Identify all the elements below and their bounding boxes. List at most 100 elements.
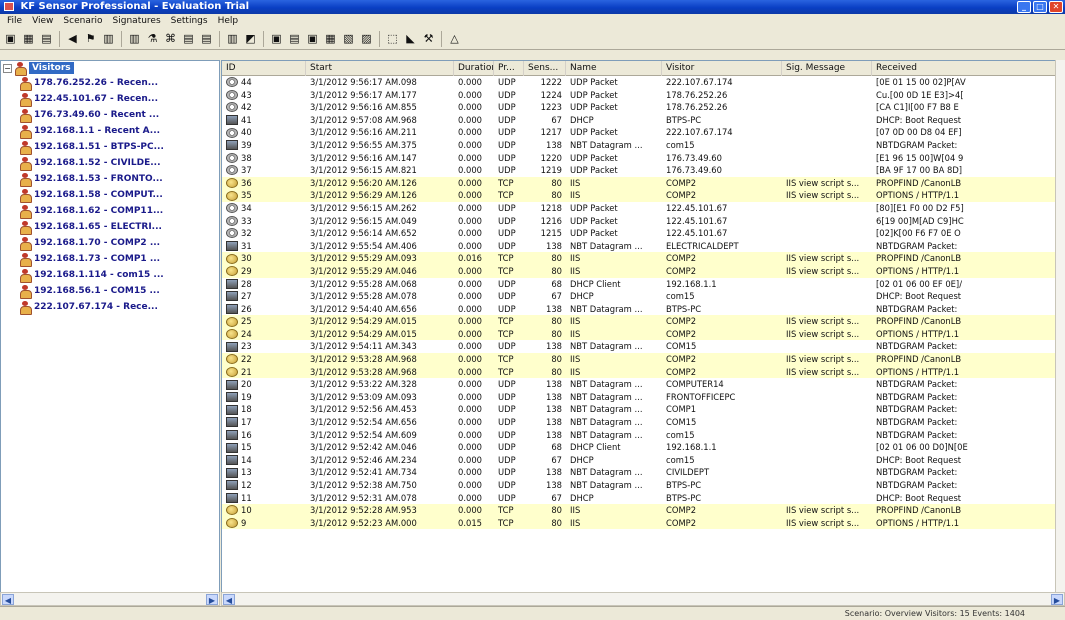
table-row[interactable]: 24 3/1/2012 9:54:29 AM.015 0.000 TCP 80 IIS CO…: [222, 327, 1064, 341]
tree-item-visitor[interactable]: 178.76.252.26 - Recen...: [1, 75, 219, 91]
tree-root[interactable]: − Visitors: [1, 61, 219, 76]
table-row[interactable]: 26 3/1/2012 9:54:40 AM.656 0.000 UDP 138 NBT …: [222, 303, 1064, 316]
scroll-left-icon[interactable]: ◀: [223, 594, 235, 605]
toolbar-button-icon[interactable]: △: [447, 31, 462, 46]
column-header-id[interactable]: ID: [222, 61, 306, 76]
toolbar-button-icon[interactable]: ▥: [225, 31, 240, 46]
table-row[interactable]: 12 3/1/2012 9:52:38 AM.750 0.000 UDP 138 NBT …: [222, 479, 1064, 492]
table-row[interactable]: 14 3/1/2012 9:52:46 AM.234 0.000 UDP 67 DHCP c…: [222, 454, 1064, 467]
toolbar-button-icon[interactable]: ⚗: [145, 31, 160, 46]
table-row[interactable]: 9 3/1/2012 9:52:23 AM.000 0.015 TCP 80 IIS COM…: [222, 516, 1064, 530]
table-row[interactable]: 38 3/1/2012 9:56:16 AM.147 0.000 UDP 1220 UDP…: [222, 152, 1064, 165]
toolbar-button-icon[interactable]: ⚒: [421, 31, 436, 46]
toolbar-button-icon[interactable]: ▣: [305, 31, 320, 46]
tree-item-visitor[interactable]: 192.168.1.114 - com15 ...: [1, 267, 219, 283]
toolbar-button-icon[interactable]: ⬚: [385, 31, 400, 46]
table-row[interactable]: 27 3/1/2012 9:55:28 AM.078 0.000 UDP 67 DHCP c…: [222, 290, 1064, 303]
table-row[interactable]: 44 3/1/2012 9:56:17 AM.098 0.000 UDP 1222 UDP…: [222, 76, 1064, 89]
table-row[interactable]: 36 3/1/2012 9:56:20 AM.126 0.000 TCP 80 IIS CO…: [222, 176, 1064, 190]
tree-item-visitor[interactable]: 192.168.1.53 - FRONTO...: [1, 171, 219, 187]
menu-settings[interactable]: Settings: [166, 14, 213, 28]
tree-horizontal-scrollbar[interactable]: ◀ ▶: [0, 592, 220, 606]
table-row[interactable]: 21 3/1/2012 9:53:28 AM.968 0.000 TCP 80 IIS CO…: [222, 365, 1064, 379]
column-header-duration[interactable]: Duration: [454, 61, 494, 76]
menu-scenario[interactable]: Scenario: [58, 14, 107, 28]
events-table[interactable]: ID Start Duration Pr... Sens... Name Vis…: [221, 60, 1065, 600]
menu-view[interactable]: View: [27, 14, 58, 28]
maximize-button[interactable]: □: [1033, 1, 1047, 13]
table-row[interactable]: 30 3/1/2012 9:55:29 AM.093 0.016 TCP 80 IIS CO…: [222, 252, 1064, 265]
table-row[interactable]: 13 3/1/2012 9:52:41 AM.734 0.000 UDP 138 NBT …: [222, 466, 1064, 479]
column-header-start[interactable]: Start: [306, 61, 454, 76]
toolbar-button-icon[interactable]: ⚑: [83, 31, 98, 46]
column-header-protocol[interactable]: Pr...: [494, 61, 524, 76]
menu-signatures[interactable]: Signatures: [108, 14, 166, 28]
table-row[interactable]: 10 3/1/2012 9:52:28 AM.953 0.000 TCP 80 IIS CO…: [222, 504, 1064, 517]
tree-root-label[interactable]: Visitors: [29, 62, 74, 74]
column-header-visitor[interactable]: Visitor: [662, 61, 782, 76]
tree-item-visitor[interactable]: 192.168.1.52 - CIVILDE...: [1, 155, 219, 171]
column-header-sig-message[interactable]: Sig. Message: [782, 61, 872, 76]
tree-item-visitor[interactable]: 192.168.1.1 - Recent A...: [1, 123, 219, 139]
toolbar-button-icon[interactable]: ▦: [323, 31, 338, 46]
table-row[interactable]: 42 3/1/2012 9:56:16 AM.855 0.000 UDP 1223 UDP…: [222, 101, 1064, 114]
tree-item-visitor[interactable]: 192.168.1.65 - ELECTRI...: [1, 219, 219, 235]
scroll-right-icon[interactable]: ▶: [206, 594, 218, 605]
toolbar-button-icon[interactable]: ▥: [101, 31, 116, 46]
table-row[interactable]: 31 3/1/2012 9:55:54 AM.406 0.000 UDP 138 NBT …: [222, 240, 1064, 253]
minimize-button[interactable]: _: [1017, 1, 1031, 13]
table-row[interactable]: 29 3/1/2012 9:55:29 AM.046 0.000 TCP 80 IIS CO…: [222, 264, 1064, 278]
column-header-received[interactable]: Received: [872, 61, 1064, 76]
close-button[interactable]: ✕: [1049, 1, 1063, 13]
menu-file[interactable]: File: [2, 14, 27, 28]
visitors-tree[interactable]: − Visitors 178.76.252.26 - Recen... 122.4…: [0, 60, 220, 600]
toolbar-button-icon[interactable]: ▤: [39, 31, 54, 46]
toolbar-button-icon[interactable]: ◩: [243, 31, 258, 46]
table-row[interactable]: 33 3/1/2012 9:56:15 AM.049 0.000 UDP 1216 UDP…: [222, 215, 1064, 228]
toolbar-button-icon[interactable]: ▤: [287, 31, 302, 46]
table-row[interactable]: 35 3/1/2012 9:56:29 AM.126 0.000 TCP 80 IIS CO…: [222, 189, 1064, 202]
toolbar-button-icon[interactable]: ▤: [199, 31, 214, 46]
table-row[interactable]: 20 3/1/2012 9:53:22 AM.328 0.000 UDP 138 NBT …: [222, 378, 1064, 391]
tree-item-visitor[interactable]: 122.45.101.67 - Recen...: [1, 91, 219, 107]
table-row[interactable]: 22 3/1/2012 9:53:28 AM.968 0.000 TCP 80 IIS CO…: [222, 353, 1064, 366]
table-row[interactable]: 16 3/1/2012 9:52:54 AM.609 0.000 UDP 138 NBT …: [222, 429, 1064, 442]
toolbar-button-icon[interactable]: ▣: [269, 31, 284, 46]
toolbar-button-icon[interactable]: ◣: [403, 31, 418, 46]
toolbar-button-icon[interactable]: ▥: [127, 31, 142, 46]
toolbar-button-icon[interactable]: ▣: [3, 31, 18, 46]
table-row[interactable]: 23 3/1/2012 9:54:11 AM.343 0.000 UDP 138 NBT …: [222, 340, 1064, 353]
table-row[interactable]: 28 3/1/2012 9:55:28 AM.068 0.000 UDP 68 DHCP …: [222, 278, 1064, 291]
table-row[interactable]: 41 3/1/2012 9:57:08 AM.968 0.000 UDP 67 DHCP B…: [222, 114, 1064, 127]
table-horizontal-scrollbar[interactable]: ◀ ▶: [221, 592, 1065, 606]
column-header-name[interactable]: Name: [566, 61, 662, 76]
tree-item-visitor[interactable]: 192.168.1.51 - BTPS-PC...: [1, 139, 219, 155]
table-row[interactable]: 19 3/1/2012 9:53:09 AM.093 0.000 UDP 138 NBT …: [222, 391, 1064, 404]
tree-item-visitor[interactable]: 192.168.1.58 - COMPUT...: [1, 187, 219, 203]
tree-item-visitor[interactable]: 222.107.67.174 - Rece...: [1, 299, 219, 315]
tree-item-visitor[interactable]: 192.168.56.1 - COM15 ...: [1, 283, 219, 299]
toolbar-button-icon[interactable]: ⌘: [163, 31, 178, 46]
table-row[interactable]: 17 3/1/2012 9:52:54 AM.656 0.000 UDP 138 NBT …: [222, 416, 1064, 429]
toolbar-button-icon[interactable]: ▦: [21, 31, 36, 46]
table-row[interactable]: 39 3/1/2012 9:56:55 AM.375 0.000 UDP 138 NBT …: [222, 139, 1064, 152]
menu-help[interactable]: Help: [213, 14, 244, 28]
toolbar-button-icon[interactable]: ◀: [65, 31, 80, 46]
table-row[interactable]: 18 3/1/2012 9:52:56 AM.453 0.000 UDP 138 NBT …: [222, 403, 1064, 416]
collapse-icon[interactable]: −: [3, 63, 12, 73]
tree-item-visitor[interactable]: 176.73.49.60 - Recent ...: [1, 107, 219, 123]
table-row[interactable]: 43 3/1/2012 9:56:17 AM.177 0.000 UDP 1224 UDP…: [222, 89, 1064, 102]
table-row[interactable]: 11 3/1/2012 9:52:31 AM.078 0.000 UDP 67 DHCP B…: [222, 492, 1064, 505]
table-row[interactable]: 40 3/1/2012 9:56:16 AM.211 0.000 UDP 1217 UDP…: [222, 126, 1064, 139]
table-row[interactable]: 25 3/1/2012 9:54:29 AM.015 0.000 TCP 80 IIS CO…: [222, 315, 1064, 328]
table-row[interactable]: 15 3/1/2012 9:52:42 AM.046 0.000 UDP 68 DHCP …: [222, 441, 1064, 454]
scroll-right-icon[interactable]: ▶: [1051, 594, 1063, 605]
tree-item-visitor[interactable]: 192.168.1.62 - COMP11...: [1, 203, 219, 219]
column-header-sensor[interactable]: Sens...: [524, 61, 566, 76]
toolbar-button-icon[interactable]: ▨: [359, 31, 374, 46]
toolbar-button-icon[interactable]: ▧: [341, 31, 356, 46]
table-row[interactable]: 34 3/1/2012 9:56:15 AM.262 0.000 UDP 1218 UDP…: [222, 202, 1064, 215]
toolbar-button-icon[interactable]: ▤: [181, 31, 196, 46]
scroll-left-icon[interactable]: ◀: [2, 594, 14, 605]
table-row[interactable]: 32 3/1/2012 9:56:14 AM.652 0.000 UDP 1215 UDP…: [222, 227, 1064, 240]
